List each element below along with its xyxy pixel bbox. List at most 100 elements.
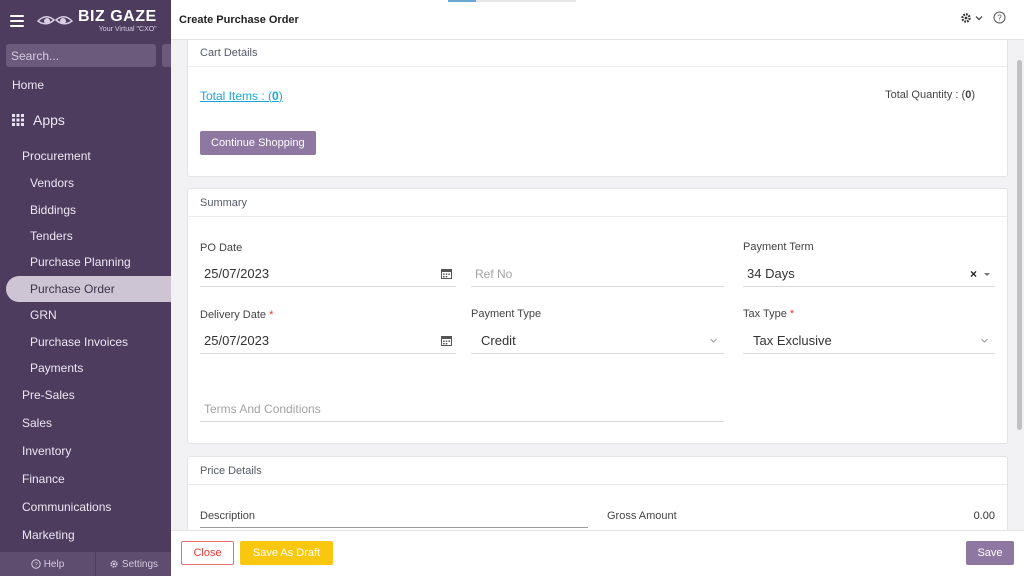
sidebar-item-label: Vendors	[30, 176, 75, 191]
total-items-link[interactable]: Total Items : (0)	[200, 89, 283, 103]
sidebar-item-label: Purchase Invoices	[30, 334, 129, 349]
sidebar-item-label: Sales	[22, 416, 53, 431]
gross-amount-value: 0.00	[973, 510, 995, 522]
required-mark: *	[269, 309, 274, 321]
sidebar-item-label: Marketing	[22, 528, 75, 543]
help-icon[interactable]: ?	[993, 11, 1006, 24]
sidebar-item-grn[interactable]: GRN	[0, 302, 171, 328]
chevron-down-icon	[975, 15, 983, 20]
summary-header: Summary	[188, 189, 1007, 217]
sidebar-item-procurement[interactable]: Procurement	[0, 142, 171, 170]
gross-amount-label: Gross Amount	[607, 510, 677, 522]
sidebar-item-label: Biddings	[30, 202, 77, 217]
sidebar-item-label: Purchase Order	[30, 281, 115, 296]
sidebar-nav: Home Apps Procurement Vendors Biddings T…	[0, 72, 171, 549]
sidebar-item-label: Procurement	[22, 149, 91, 163]
ref-no-field[interactable]: Ref No	[471, 261, 724, 287]
calendar-icon[interactable]	[438, 268, 454, 279]
po-date-value: 25/07/2023	[204, 266, 270, 281]
sidebar-item-vendors[interactable]: Vendors	[0, 170, 171, 196]
sidebar-search	[6, 44, 171, 67]
settings-label: Settings	[121, 558, 159, 570]
sidebar-item-home[interactable]: Home	[0, 72, 171, 98]
clear-icon[interactable]: ×	[970, 267, 977, 281]
tax-type-label: Tax Type *	[743, 308, 794, 320]
sidebar-search-extra-button[interactable]	[162, 44, 171, 67]
chevron-down-icon[interactable]	[980, 336, 989, 345]
terms-conditions-placeholder: Terms And Conditions	[204, 401, 321, 416]
payment-term-label: Payment Term	[743, 241, 814, 253]
sidebar-item-purchase-planning[interactable]: Purchase Planning	[0, 249, 171, 275]
total-items-value: 0	[272, 89, 279, 103]
sidebar-item-label: Payments	[30, 360, 84, 375]
save-button[interactable]: Save	[966, 541, 1014, 565]
top-progress-indicator	[448, 0, 576, 2]
delivery-date-label-text: Delivery Date	[200, 309, 267, 321]
sidebar-item-label: Finance	[22, 472, 65, 487]
apps-grid-icon	[12, 114, 24, 126]
sidebar-item-payments[interactable]: Payments	[0, 355, 171, 381]
total-items-prefix: Total Items : (	[200, 89, 273, 103]
help-label: Help	[43, 558, 65, 570]
total-quantity-suffix: )	[971, 89, 975, 101]
svg-text:?: ?	[34, 562, 38, 569]
settings-dropdown[interactable]	[960, 12, 983, 24]
gear-icon	[961, 12, 971, 23]
sidebar-item-communications[interactable]: Communications	[0, 493, 171, 521]
sidebar-search-input[interactable]	[6, 48, 166, 63]
logo-name: BIZ GAZE	[78, 8, 157, 25]
content-scrollbar[interactable]	[1017, 60, 1022, 430]
sidebar-item-apps[interactable]: Apps	[0, 98, 171, 142]
main-content: Cart Details Total Items : (0) Total Qua…	[171, 40, 1024, 530]
sidebar-item-pre-sales[interactable]: Pre-Sales	[0, 381, 171, 409]
sidebar-item-marketing[interactable]: Marketing	[0, 521, 171, 549]
cart-details-header: Cart Details	[188, 40, 1007, 67]
app-logo[interactable]: BIZ GAZE Your Virtual "CXO"	[36, 9, 157, 33]
sidebar-top: BIZ GAZE Your Virtual "CXO"	[0, 0, 171, 42]
page-header: Create Purchase Order ?	[171, 0, 1024, 40]
tax-type-label-text: Tax Type	[743, 308, 787, 320]
save-as-draft-button[interactable]: Save As Draft	[240, 541, 333, 565]
payment-type-label: Payment Type	[471, 308, 542, 320]
svg-text:?: ?	[997, 14, 1002, 23]
gear-icon	[110, 560, 118, 568]
calendar-icon[interactable]	[438, 335, 454, 346]
sidebar-item-biddings[interactable]: Biddings	[0, 196, 171, 222]
logo-tagline: Your Virtual "CXO"	[98, 26, 157, 33]
help-icon: ?	[31, 559, 41, 569]
sidebar-item-label: Pre-Sales	[22, 388, 75, 403]
sidebar-item-finance[interactable]: Finance	[0, 465, 171, 493]
payment-term-select[interactable]: 34 Days ×	[743, 261, 995, 287]
sidebar-item-tenders[interactable]: Tenders	[0, 223, 171, 249]
chevron-down-icon[interactable]	[709, 336, 718, 345]
settings-button[interactable]: Settings	[96, 552, 171, 576]
help-button[interactable]: ? Help	[0, 552, 96, 576]
summary-card: Summary PO Date 25/07/2023 Ref No Paymen…	[187, 188, 1008, 444]
sidebar-item-label: Home	[12, 78, 45, 92]
sidebar-item-label: Apps	[33, 112, 65, 128]
po-date-field[interactable]: 25/07/2023	[200, 261, 456, 287]
header-actions: ?	[960, 11, 1006, 24]
delivery-date-value: 25/07/2023	[204, 333, 270, 348]
total-items-suffix: )	[278, 89, 283, 103]
terms-conditions-field[interactable]: Terms And Conditions	[200, 396, 724, 422]
po-date-label: PO Date	[200, 242, 243, 254]
sidebar-item-purchase-order[interactable]: Purchase Order	[6, 275, 171, 302]
sidebar-item-inventory[interactable]: Inventory	[0, 437, 171, 465]
sidebar-item-purchase-invoices[interactable]: Purchase Invoices	[0, 328, 171, 354]
delivery-date-field[interactable]: 25/07/2023	[200, 328, 456, 354]
description-field[interactable]	[200, 527, 588, 528]
hamburger-menu-icon[interactable]	[10, 15, 24, 27]
close-button[interactable]: Close	[181, 541, 234, 565]
continue-shopping-button[interactable]: Continue Shopping	[200, 131, 316, 155]
sidebar-item-sales[interactable]: Sales	[0, 409, 171, 437]
required-mark: *	[789, 308, 795, 320]
price-details-header: Price Details	[188, 457, 1007, 485]
payment-type-select[interactable]: Credit	[471, 328, 724, 354]
caret-down-icon[interactable]	[983, 270, 991, 278]
sidebar-item-label: GRN	[30, 308, 57, 323]
tax-type-select[interactable]: Tax Exclusive	[743, 328, 995, 354]
description-label: Description	[200, 510, 256, 522]
sidebar-item-label: Inventory	[22, 444, 72, 459]
total-quantity: Total Quantity : (0)	[885, 89, 975, 101]
